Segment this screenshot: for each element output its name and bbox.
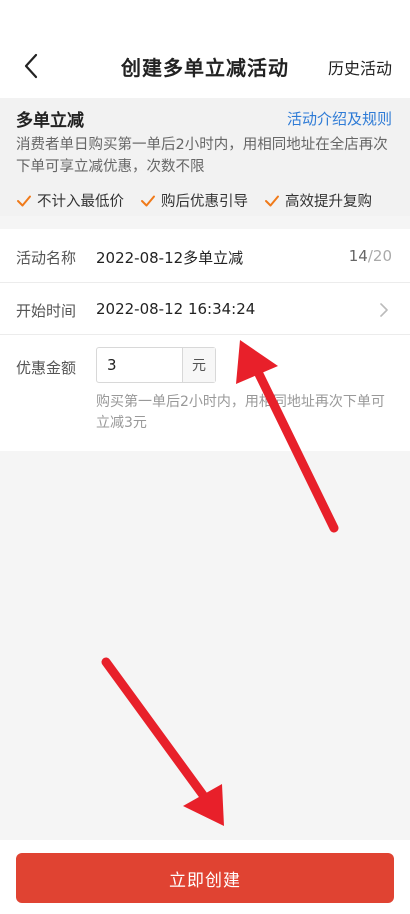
start-time-row[interactable]: 开始时间 2022-08-12 16:34:24 xyxy=(0,283,410,335)
char-max: /20 xyxy=(367,247,392,265)
chevron-right-icon xyxy=(380,303,388,317)
discount-hint: 购买第一单后2小时内，用相同地址再次下单可立减3元 xyxy=(96,394,385,431)
activity-form: 活动名称 2022-08-12多单立减 14/20 开始时间 2022-08-1… xyxy=(0,229,410,451)
history-activities-link[interactable]: 历史活动 xyxy=(328,55,392,79)
promo-info-card: 多单立减 活动介绍及规则 消费者单日购买第一单后2小时内，用相同地址在全店再次下… xyxy=(0,98,410,216)
feature-label: 不计入最低价 xyxy=(37,194,124,210)
promo-description: 消费者单日购买第一单后2小时内，用相同地址在全店再次下单可享立减优惠，次数不限 xyxy=(16,137,388,175)
rules-link[interactable]: 活动介绍及规则 xyxy=(287,108,392,129)
start-time-label: 开始时间 xyxy=(16,302,77,320)
check-icon xyxy=(265,195,279,206)
discount-amount-label: 优惠金额 xyxy=(16,359,77,377)
currency-unit: 元 xyxy=(182,348,215,382)
activity-name-label: 活动名称 xyxy=(16,249,77,267)
discount-amount-input[interactable] xyxy=(97,348,182,382)
create-now-button[interactable]: 立即创建 xyxy=(16,853,394,903)
discount-amount-field[interactable]: 元 xyxy=(96,347,216,383)
activity-name-row[interactable]: 活动名称 2022-08-12多单立减 14/20 xyxy=(0,229,410,283)
feature-label: 购后优惠引导 xyxy=(161,194,248,210)
promo-type-title: 多单立减 xyxy=(16,111,84,131)
annotation-arrow-down xyxy=(101,657,224,826)
check-icon xyxy=(141,195,155,206)
feature-item: 高效提升复购 xyxy=(264,190,372,211)
feature-label: 高效提升复购 xyxy=(285,194,372,210)
char-count: 14 xyxy=(348,247,368,265)
start-time-value[interactable]: 2022-08-12 16:34:24 xyxy=(96,300,255,318)
feature-item: 购后优惠引导 xyxy=(140,190,248,211)
check-icon xyxy=(17,195,31,206)
bottom-action-bar: 立即创建 xyxy=(0,840,410,914)
feature-list: 不计入最低价 购后优惠引导 高效提升复购 xyxy=(16,190,372,211)
top-nav-bar: 创建多单立减活动 历史活动 xyxy=(0,0,410,98)
char-counter: 14/20 xyxy=(349,247,392,265)
activity-name-input[interactable]: 2022-08-12多单立减 xyxy=(96,247,243,268)
feature-item: 不计入最低价 xyxy=(16,190,124,211)
